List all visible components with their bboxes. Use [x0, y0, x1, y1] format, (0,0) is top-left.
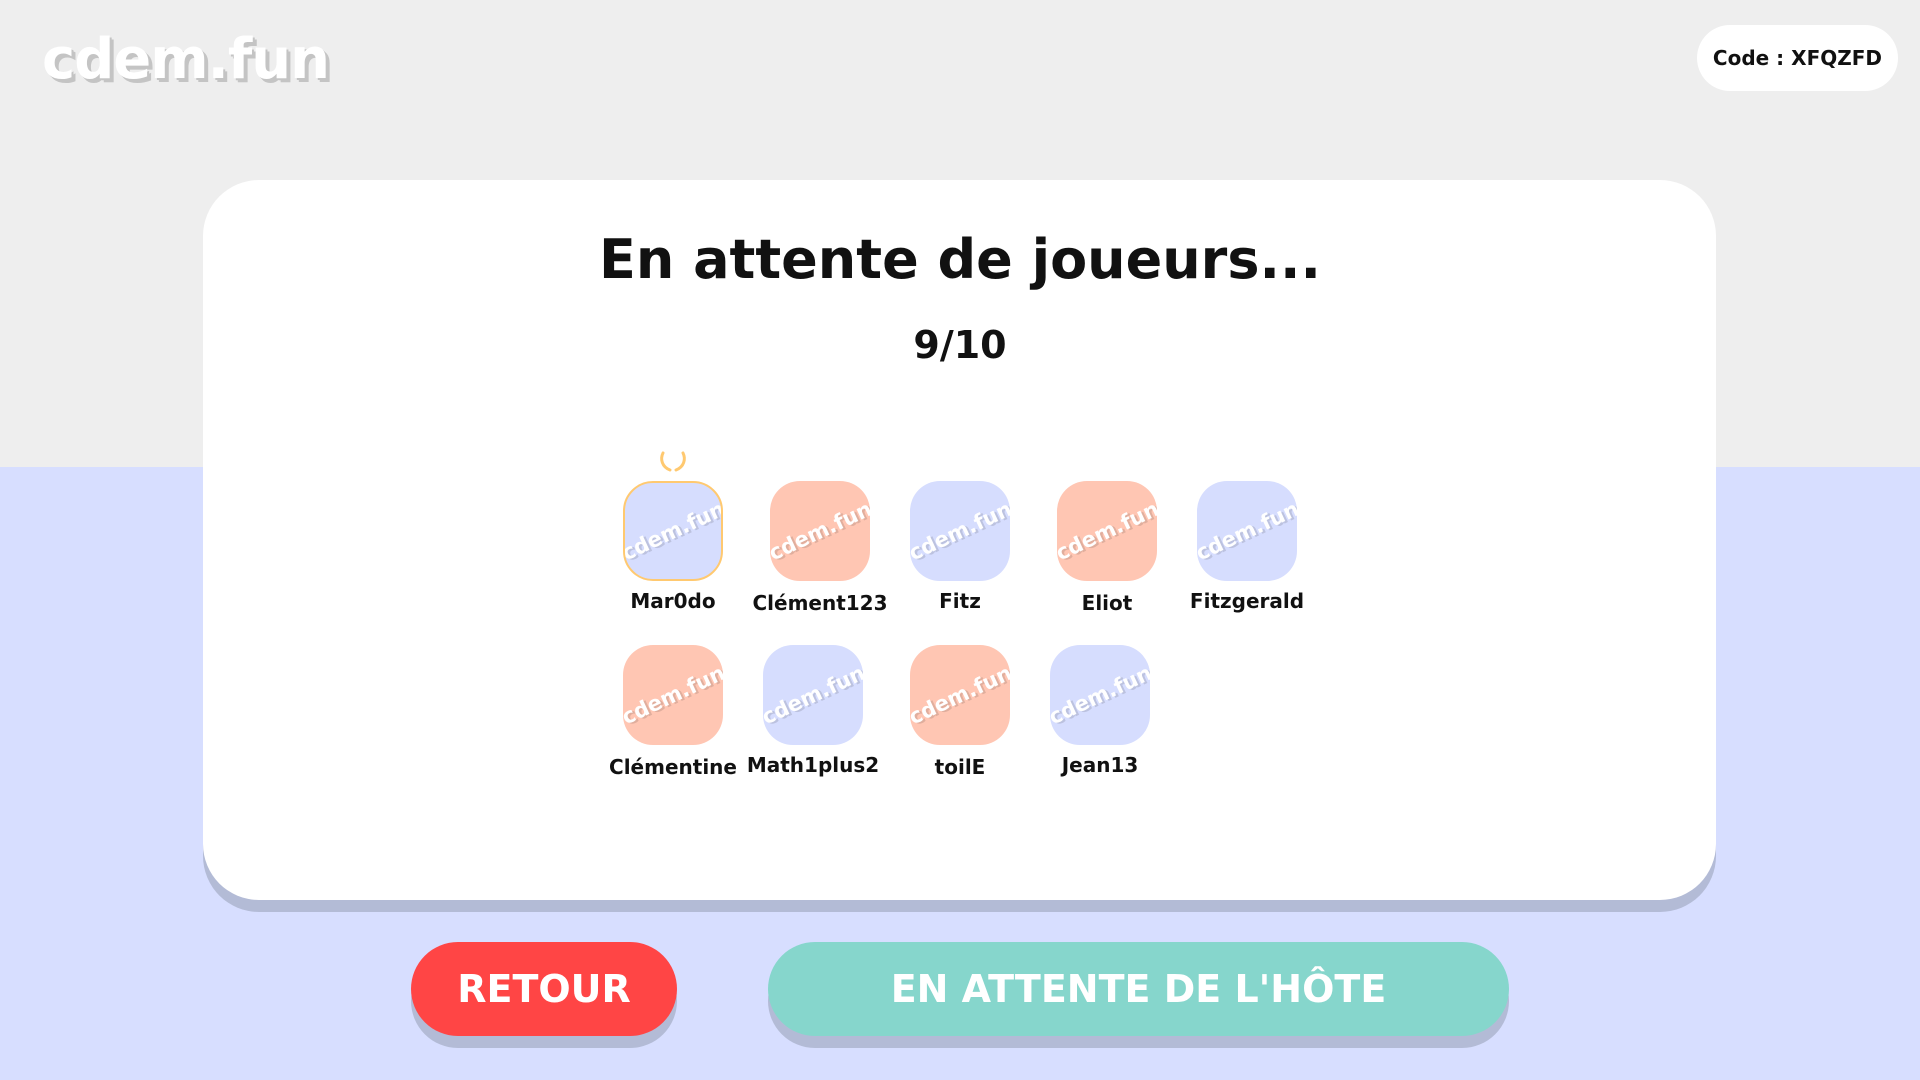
- player-name: Math1plus2: [746, 753, 880, 777]
- player-card: cdem.fun Fitz: [890, 481, 1030, 613]
- player-card: cdem.fun Clément123: [750, 481, 890, 615]
- player-card: cdem.fun Mar0do: [603, 451, 743, 613]
- avatar-logo: cdem.fun: [1057, 496, 1157, 566]
- player-name: toilE: [934, 755, 986, 779]
- player-name: Jean13: [1061, 753, 1139, 777]
- player-avatar: cdem.fun: [910, 645, 1010, 745]
- player-avatar: cdem.fun: [1050, 645, 1150, 745]
- player-avatar: cdem.fun: [623, 481, 723, 581]
- lobby-title: En attente de joueurs...: [598, 228, 1321, 291]
- avatar-logo: cdem.fun: [910, 660, 1010, 730]
- player-card: cdem.fun Jean13: [1030, 645, 1170, 777]
- player-avatar: cdem.fun: [770, 481, 870, 581]
- room-code-badge: Code : XFQZFD: [1696, 25, 1898, 91]
- player-name: Eliot: [1081, 591, 1133, 615]
- player-name: Clément123: [752, 591, 888, 615]
- back-button[interactable]: RETOUR: [411, 942, 677, 1036]
- player-name: Fitzgerald: [1189, 589, 1305, 613]
- logo: cdem.fun: [42, 27, 330, 92]
- avatar-logo: cdem.fun: [623, 496, 723, 566]
- player-card: cdem.fun Fitzgerald: [1177, 481, 1317, 613]
- player-count: 9/10: [913, 323, 1007, 367]
- avatar-logo: cdem.fun: [623, 660, 723, 730]
- avatar-logo: cdem.fun: [1050, 660, 1150, 730]
- player-avatar: cdem.fun: [763, 645, 863, 745]
- avatar-logo: cdem.fun: [770, 496, 870, 566]
- player-avatar: cdem.fun: [910, 481, 1010, 581]
- player-name: Clémentine: [609, 755, 737, 779]
- waiting-for-host-button[interactable]: EN ATTENTE DE L'HÔTE: [768, 942, 1509, 1036]
- player-card: cdem.fun Eliot: [1037, 481, 1177, 615]
- player-avatar: cdem.fun: [1197, 481, 1297, 581]
- player-name: Fitz: [939, 589, 981, 613]
- player-card: cdem.fun Math1plus2: [743, 645, 883, 777]
- player-avatar: cdem.fun: [1057, 481, 1157, 581]
- player-card: cdem.fun Clémentine: [603, 645, 743, 779]
- avatar-logo: cdem.fun: [1197, 496, 1297, 566]
- player-card: cdem.fun toilE: [890, 645, 1030, 779]
- player-avatar: cdem.fun: [623, 645, 723, 745]
- crown-icon: [660, 451, 686, 472]
- player-name: Mar0do: [630, 589, 716, 613]
- avatar-logo: cdem.fun: [910, 496, 1010, 566]
- avatar-logo: cdem.fun: [763, 660, 863, 730]
